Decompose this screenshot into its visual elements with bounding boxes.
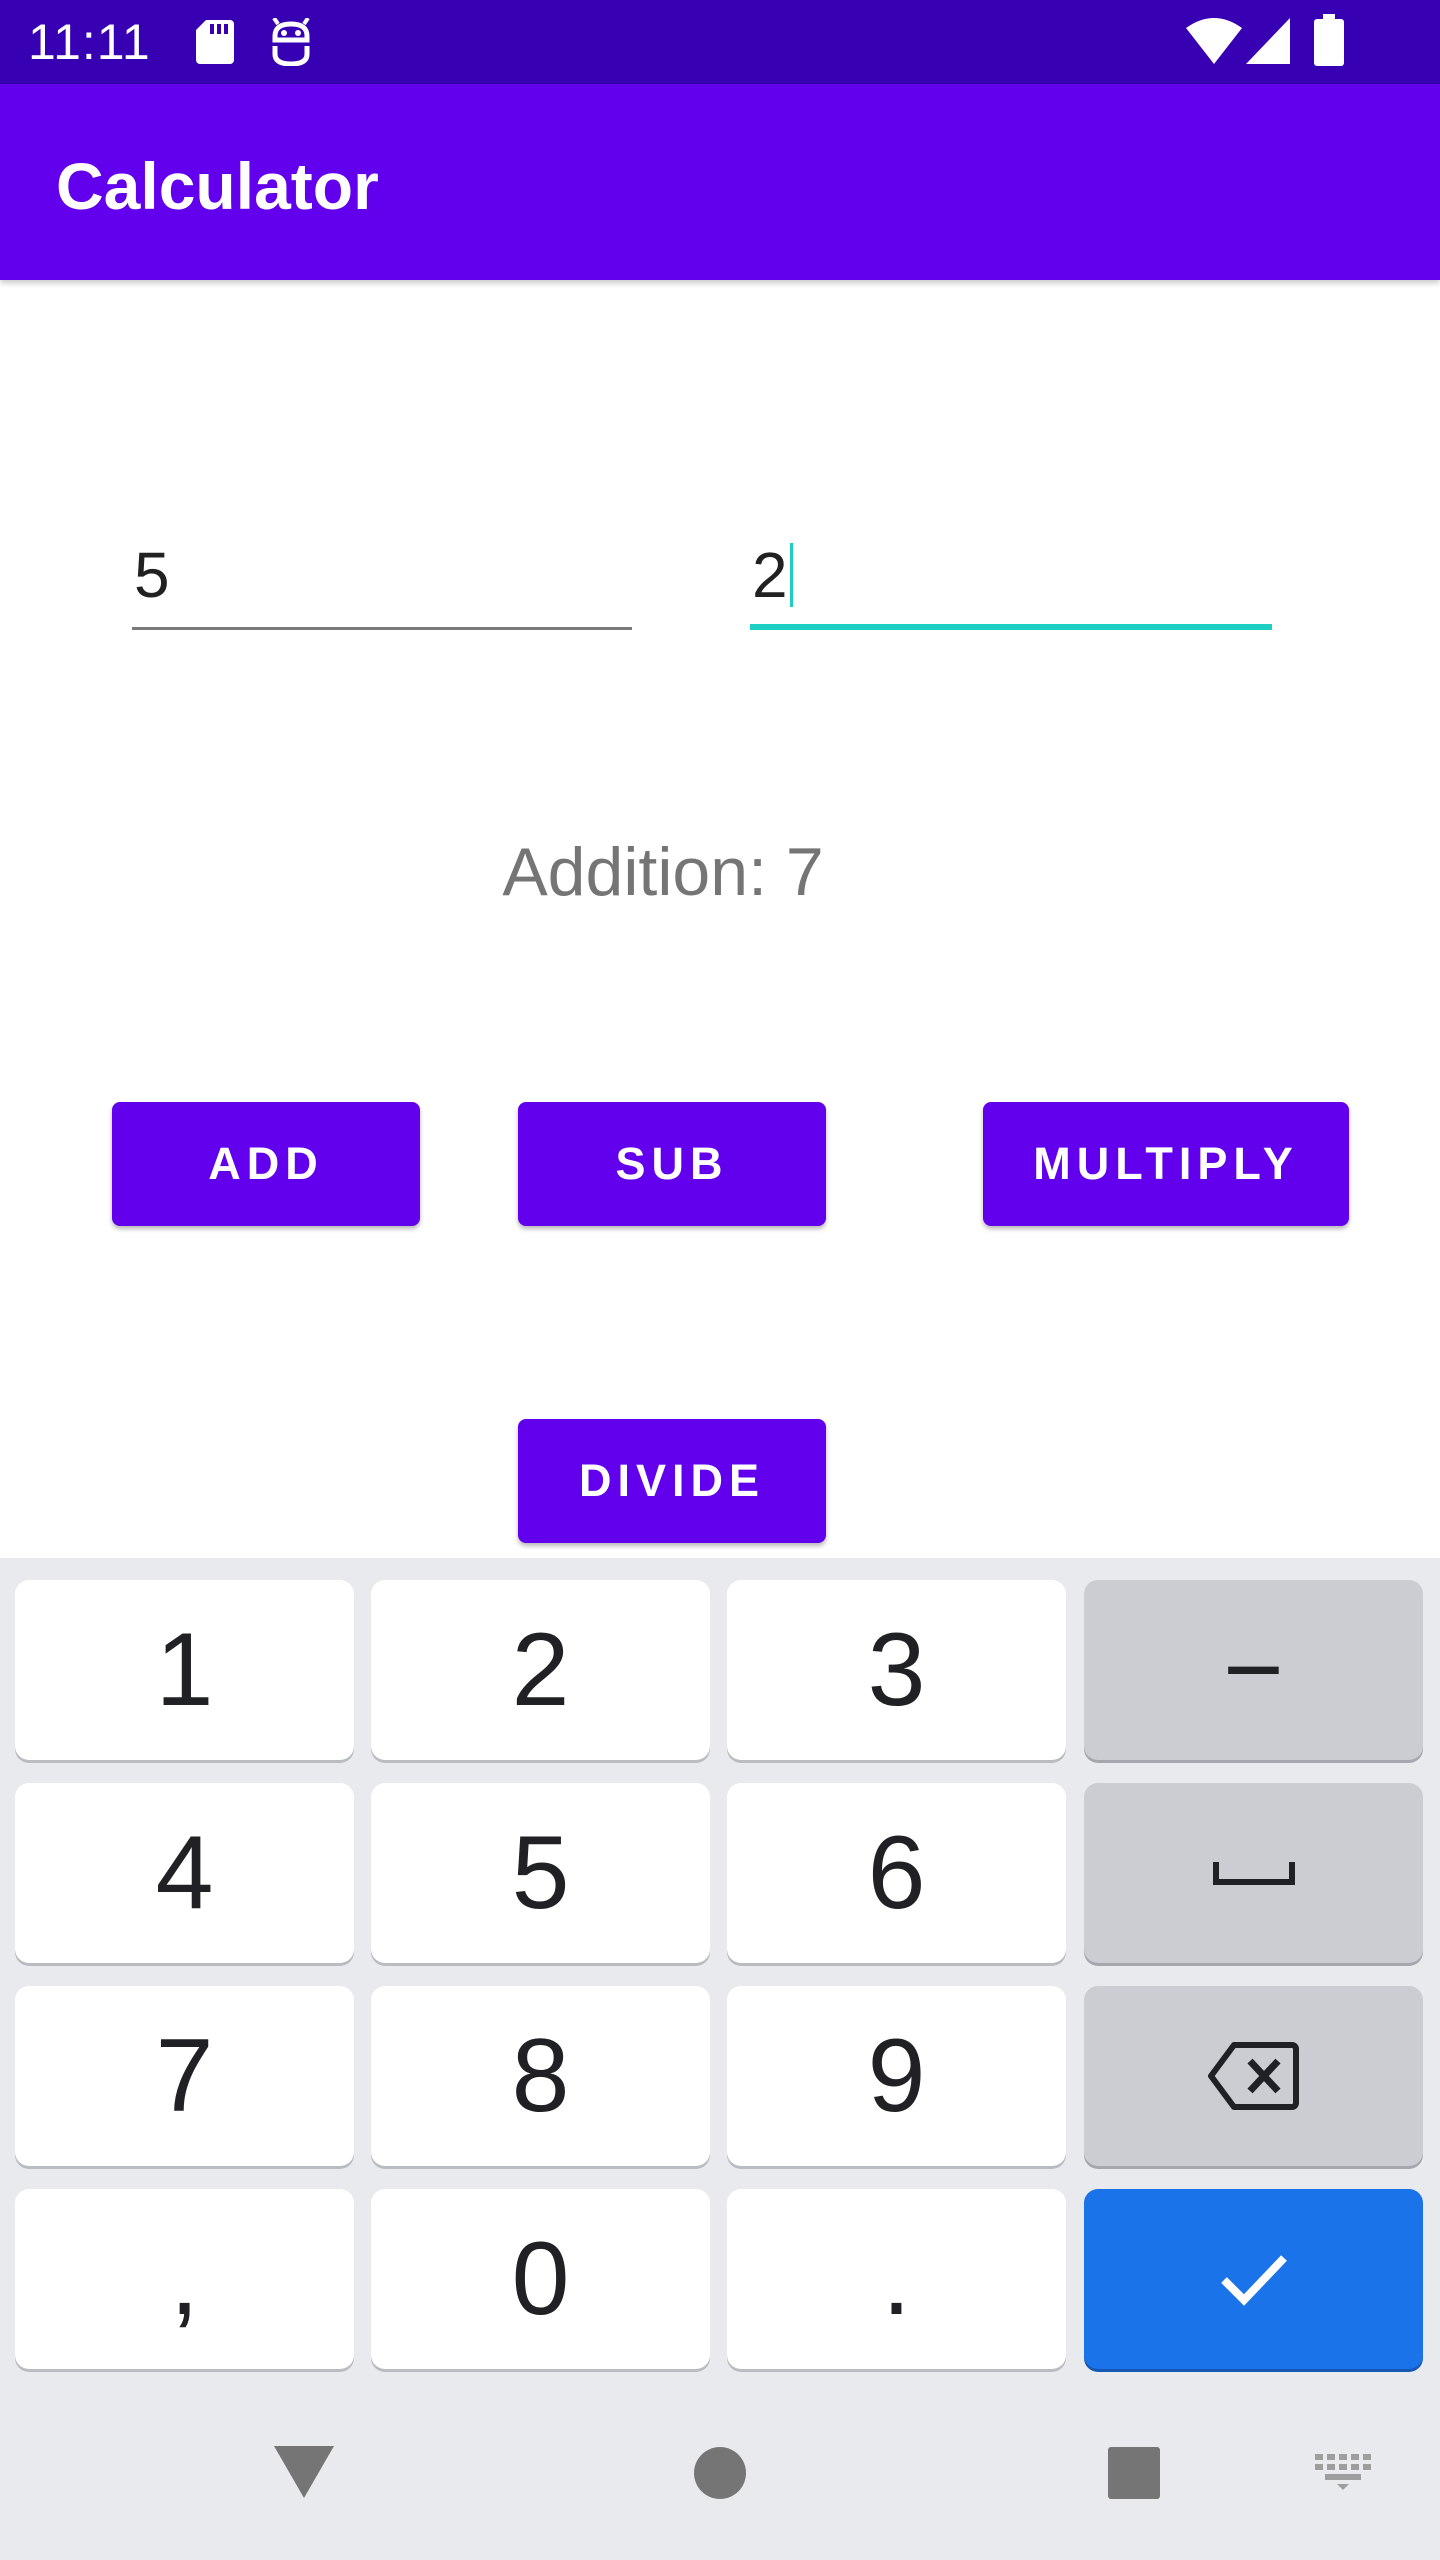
status-bar: 11:11: [0, 0, 1440, 84]
multiply-button[interactable]: MULTIPLY: [983, 1102, 1349, 1226]
second-number-value: 2: [752, 539, 788, 611]
key-8[interactable]: 8: [371, 1986, 710, 2166]
divide-button[interactable]: DIVIDE: [518, 1419, 826, 1543]
key-6[interactable]: 6: [727, 1783, 1066, 1963]
sd-card-icon: [196, 20, 234, 64]
numeric-keyboard: 1 2 3 − 4 5 6 7 8 9 , 0 .: [0, 1558, 1440, 2560]
key-minus[interactable]: −: [1084, 1580, 1423, 1760]
signal-icon: [1246, 18, 1290, 64]
key-0[interactable]: 0: [371, 2189, 710, 2369]
text-cursor: [789, 543, 793, 607]
app-title: Calculator: [56, 149, 379, 223]
home-icon[interactable]: [694, 2447, 746, 2499]
battery-icon: [1314, 14, 1344, 66]
key-space[interactable]: [1084, 1783, 1423, 1963]
key-backspace[interactable]: [1084, 1986, 1423, 2166]
checkmark-icon: [1220, 2255, 1287, 2306]
first-number-value: 5: [134, 539, 170, 611]
second-number-underline: [750, 624, 1272, 630]
key-period[interactable]: .: [727, 2189, 1066, 2369]
key-1[interactable]: 1: [15, 1580, 354, 1760]
key-done[interactable]: [1084, 2189, 1423, 2369]
app-bar: Calculator: [0, 84, 1440, 280]
sub-button[interactable]: SUB: [518, 1102, 826, 1226]
first-number-underline: [132, 627, 632, 630]
status-time: 11:11: [28, 14, 151, 70]
key-comma[interactable]: ,: [15, 2189, 354, 2369]
add-button[interactable]: ADD: [112, 1102, 420, 1226]
first-number-input[interactable]: 5: [132, 530, 632, 630]
key-4[interactable]: 4: [15, 1783, 354, 1963]
key-7[interactable]: 7: [15, 1986, 354, 2166]
recents-icon[interactable]: [1108, 2447, 1160, 2499]
android-debug-icon: [272, 18, 310, 66]
second-number-input[interactable]: 2: [750, 530, 1272, 630]
key-2[interactable]: 2: [371, 1580, 710, 1760]
key-3[interactable]: 3: [727, 1580, 1066, 1760]
result-text: Addition: 7: [502, 834, 824, 910]
key-9[interactable]: 9: [727, 1986, 1066, 2166]
wifi-icon: [1186, 18, 1242, 64]
back-icon[interactable]: [274, 2446, 334, 2498]
backspace-icon: [1207, 2042, 1299, 2110]
keyboard-switch-icon[interactable]: [1315, 2454, 1371, 2490]
space-icon: [1212, 1862, 1295, 1885]
key-5[interactable]: 5: [371, 1783, 710, 1963]
